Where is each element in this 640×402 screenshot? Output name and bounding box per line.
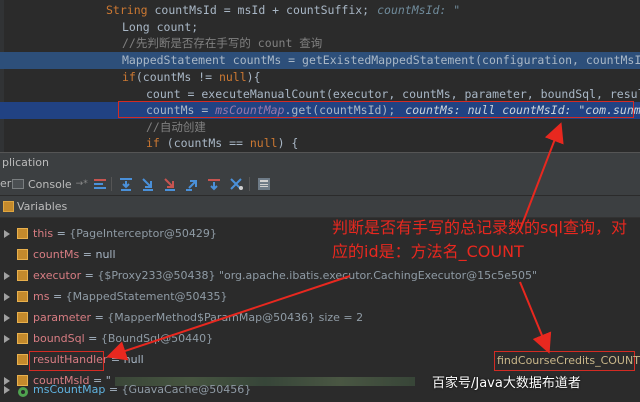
step-over-icon[interactable] <box>118 176 134 192</box>
variable-value: {MapperMethod$ParamMap@50436} size = 2 <box>107 311 364 324</box>
evaluate-expression-icon[interactable] <box>256 176 272 192</box>
annotation-text: 判断是否有手写的总记录数的sql查询，对应的id是：方法名_COUNT <box>332 218 627 261</box>
variable-name: boundSql <box>33 332 85 345</box>
variables-icon <box>3 201 14 212</box>
code-line-2: Long count; <box>0 19 640 36</box>
code-text: ){ <box>246 70 261 84</box>
step-into-icon[interactable] <box>140 176 156 192</box>
console-pin-icon[interactable]: →* <box>76 179 88 189</box>
code-line-1: String countMsId = msId + countSuffix; co… <box>0 2 640 19</box>
code-type: String <box>106 3 148 17</box>
code-text: ) { <box>277 136 299 150</box>
console-icon <box>12 179 24 189</box>
console-tab-label: Console <box>28 177 72 191</box>
variable-name: msCountMap <box>33 383 106 396</box>
field-icon <box>17 354 28 365</box>
code-text: countMsId = msId + countSuffix; <box>147 3 370 17</box>
code-type: MappedStatement <box>122 53 226 67</box>
tool-window-title-text: plication <box>2 156 49 169</box>
variable-value: {$Proxy233@50438} "org.apache.ibatis.exe… <box>97 269 538 282</box>
code-line-4: MappedStatement countMs = getExistedMapp… <box>0 52 640 69</box>
code-type: Long <box>122 20 150 34</box>
code-line-9: //自动创建 <box>0 119 640 136</box>
code-text: countMs = getExistedMappedStatement(conf… <box>225 53 640 67</box>
variable-equals: = <box>91 311 108 324</box>
step-out-icon[interactable] <box>184 176 200 192</box>
field-icon <box>17 291 28 302</box>
watermark: 百家号/Java大数据布道者 <box>432 376 581 391</box>
code-line-3: //先判断是否存在手写的 count 查询 <box>0 35 640 52</box>
expand-arrow-icon[interactable] <box>4 230 10 238</box>
variables-panel-header[interactable]: Variables <box>0 196 640 218</box>
frames-tab-edge[interactable]: er <box>0 176 11 192</box>
field-icon <box>17 249 28 260</box>
variables-panel-title: Variables <box>17 200 68 213</box>
variable-row[interactable]: parameter = {MapperMethod$ParamMap@50436… <box>0 307 640 328</box>
force-step-into-icon[interactable] <box>162 176 178 192</box>
countmsid-value-suffix: findCourseCredits_COUNT" <box>497 354 640 367</box>
variable-equals: = <box>84 332 101 345</box>
variable-equals: = <box>81 269 98 282</box>
run-to-cursor-icon[interactable] <box>228 176 244 192</box>
code-keyword: null <box>249 136 278 150</box>
toolbar-separator <box>111 177 112 191</box>
expand-arrow-icon[interactable] <box>4 272 10 280</box>
field-icon <box>17 270 28 281</box>
variable-name: this <box>33 227 54 240</box>
variable-name: executor <box>33 269 82 282</box>
variable-name: countMs <box>33 248 80 261</box>
show-execution-point-icon[interactable] <box>92 176 108 192</box>
variable-value: {PageInterceptor@50429} <box>69 227 217 240</box>
code-comment: //先判断是否存在手写的 count 查询 <box>122 36 323 50</box>
code-keyword: null <box>218 70 247 84</box>
variable-equals: = <box>49 290 66 303</box>
drop-frame-icon[interactable] <box>206 176 222 192</box>
code-editor[interactable]: String countMsId = msId + countSuffix; co… <box>0 0 640 152</box>
code-keyword: if <box>122 70 136 84</box>
variable-equals: = <box>107 353 124 366</box>
expand-arrow-icon[interactable] <box>4 314 10 322</box>
debug-inline-hint: countMsId: " <box>377 3 461 17</box>
variable-row[interactable]: ms = {MappedStatement@50435} <box>0 286 640 307</box>
toolbar-separator <box>249 177 250 191</box>
variable-equals: = <box>105 383 122 396</box>
debug-toolbar: er Console →* <box>0 172 640 196</box>
debug-tool-window-title[interactable]: plication <box>0 152 640 172</box>
code-comment: //自动创建 <box>146 120 206 134</box>
console-tab[interactable]: Console →* <box>12 176 88 192</box>
code-text: count; <box>149 20 199 34</box>
field-icon <box>17 312 28 323</box>
variable-row[interactable]: boundSql = {BoundSql@50440} <box>0 328 640 349</box>
watch-icon <box>17 384 28 397</box>
field-icon <box>17 228 28 239</box>
highlight-box-countmsid <box>29 351 104 371</box>
variable-value: {MappedStatement@50435} <box>65 290 228 303</box>
highlight-box-code <box>118 101 634 118</box>
expand-arrow-icon[interactable] <box>4 293 10 301</box>
variable-name: parameter <box>33 311 92 324</box>
variable-equals: = <box>79 248 96 261</box>
variable-name: ms <box>33 290 50 303</box>
variable-row[interactable]: executor = {$Proxy233@50438} "org.apache… <box>0 265 640 286</box>
code-keyword: if <box>146 136 160 150</box>
code-text: (countMs != <box>135 70 219 84</box>
code-line-5: if(countMs != null){ <box>0 69 640 86</box>
variable-value: null <box>95 248 116 261</box>
field-icon <box>17 333 28 344</box>
code-line-10: if (countMs == null) { <box>0 135 640 152</box>
expand-arrow-icon[interactable] <box>4 386 10 394</box>
variable-value: null <box>123 353 144 366</box>
variable-equals: = <box>53 227 70 240</box>
code-text: (countMs == <box>159 136 250 150</box>
variable-value: {GuavaCache@50456} <box>121 383 252 396</box>
variable-value: {BoundSql@50440} <box>100 332 214 345</box>
expand-arrow-icon[interactable] <box>4 335 10 343</box>
